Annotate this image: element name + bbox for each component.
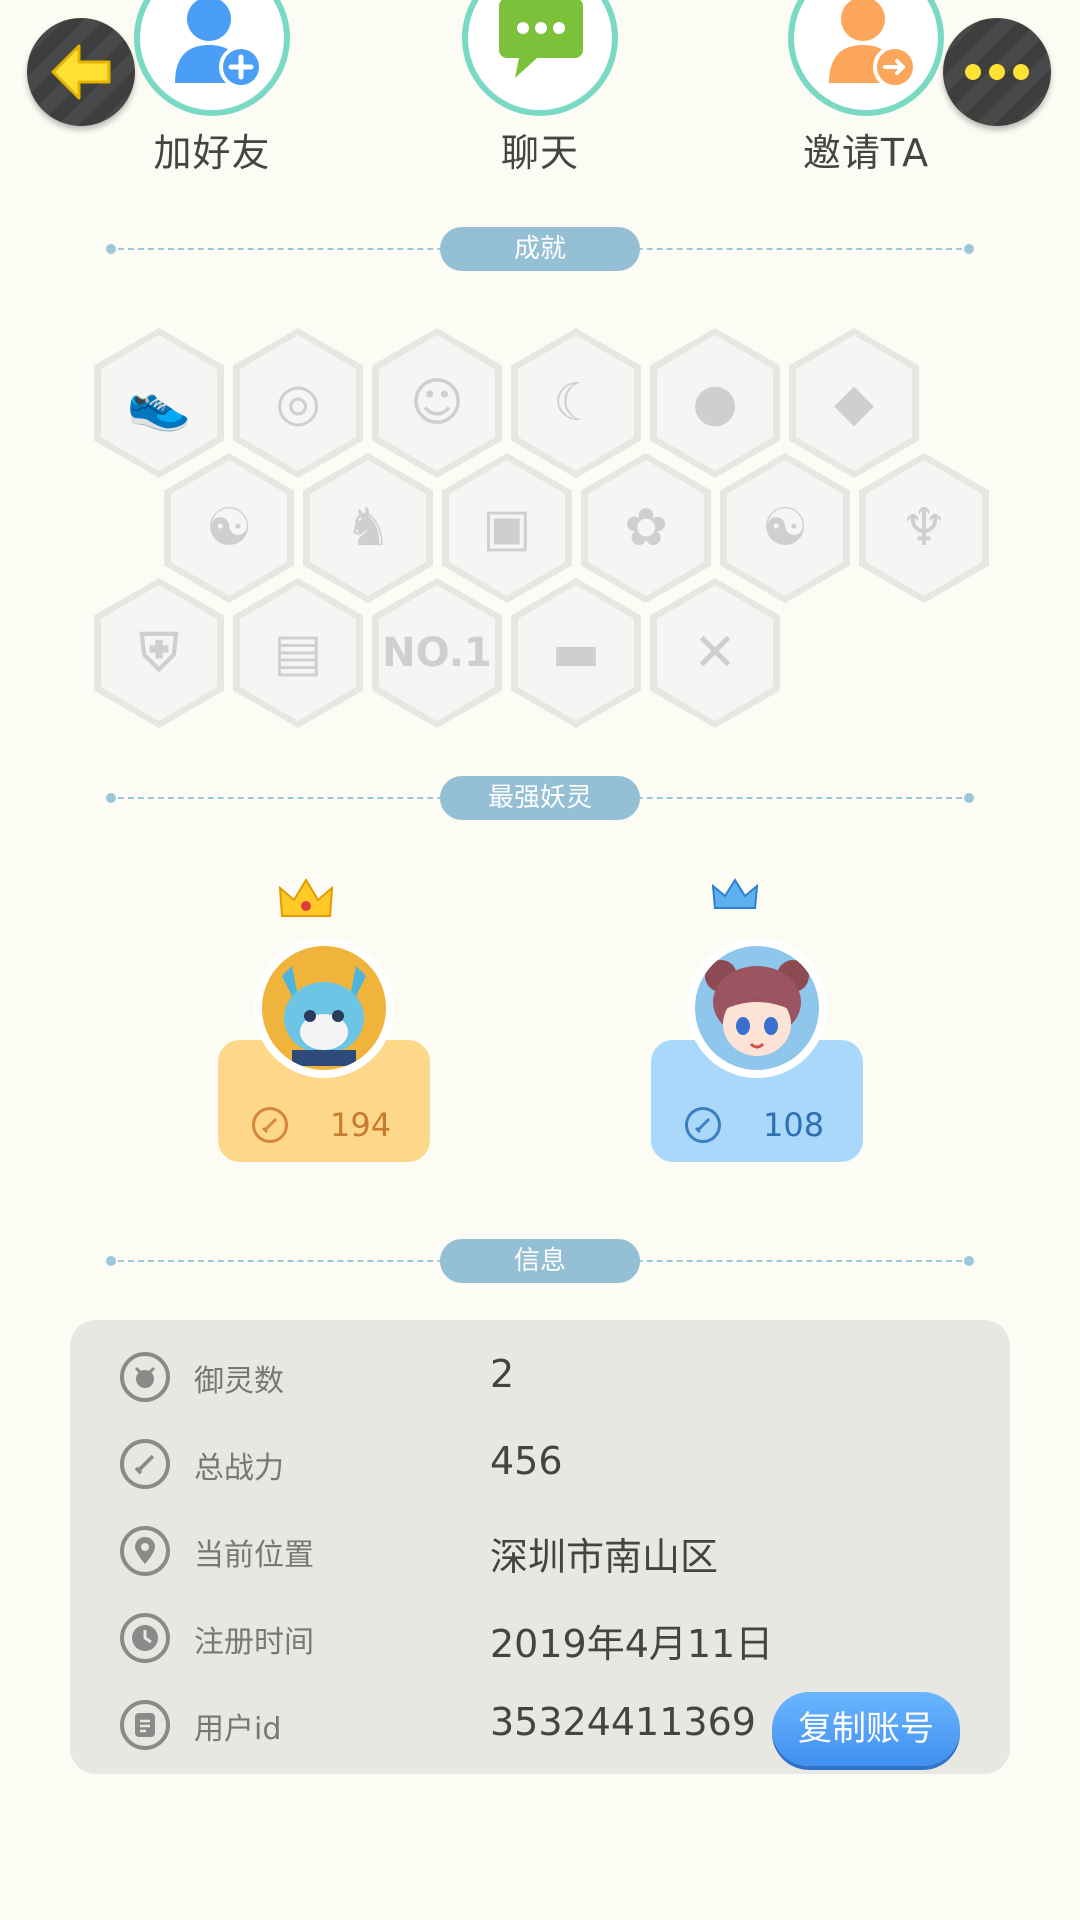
info-row-register-time: 注册时间 2019年4月11日 [70, 1605, 1010, 1675]
info-value: 456 [490, 1439, 563, 1483]
yin-yang-comet-icon: ☯ [205, 498, 253, 558]
strongest-spirits-header: 最强妖灵 [106, 776, 974, 820]
info-row-user-id: 用户id 35324411369 复制账号 [70, 1692, 1010, 1766]
info-value: 2019年4月11日 [490, 1622, 774, 1666]
chat-bubble-icon [462, 0, 618, 116]
achievement-badge[interactable]: ☾ [511, 328, 641, 478]
no1-icon: NO.1 [382, 630, 492, 676]
achievement-badge[interactable]: 👟 [94, 328, 224, 478]
chat-label: 聊天 [500, 131, 579, 175]
info-panel: 御灵数 2 总战力 456 当前位置 深圳市南山区 注册时间 2019年4月11… [70, 1320, 1010, 1774]
info-value: 2 [490, 1352, 515, 1396]
achievement-badge[interactable]: ◆ [789, 328, 919, 478]
add-friend-label: 加好友 [153, 131, 271, 175]
pearl-icon: ● [692, 373, 738, 433]
spirit-power: 194 [218, 1100, 430, 1150]
id-card-icon [120, 1700, 170, 1750]
info-row-spirit-count: 御灵数 2 [70, 1344, 1010, 1414]
clock-icon [120, 1613, 170, 1663]
add-friend-button[interactable]: 加好友 [112, 0, 312, 177]
achievement-badge[interactable]: NO.1 [372, 578, 502, 728]
spirit-avatar-wolf [254, 938, 394, 1078]
spirit-avatar-girl [687, 938, 827, 1078]
spirit-power: 108 [651, 1100, 863, 1150]
dragon-icon: ♆ [900, 498, 948, 558]
achievement-badge[interactable]: ☯ [164, 453, 294, 603]
info-row-location: 当前位置 深圳市南山区 [70, 1518, 1010, 1588]
achievements-title: 成就 [440, 227, 640, 271]
cat-face-icon: ☺ [409, 373, 465, 433]
gold-crown-icon [278, 878, 334, 917]
invite-icon [788, 0, 944, 116]
back-arrow-icon [51, 44, 111, 100]
invite-label: 邀请TA [802, 131, 930, 175]
sword-icon [685, 1107, 721, 1143]
achievement-badge[interactable]: ♞ [303, 453, 433, 603]
power-icon [120, 1439, 170, 1489]
info-label: 总战力 [194, 1451, 284, 1486]
info-title: 信息 [440, 1239, 640, 1283]
info-row-total-power: 总战力 456 [70, 1431, 1010, 1501]
chat-button[interactable]: 聊天 [440, 0, 640, 177]
info-value: 35324411369 [490, 1700, 756, 1744]
sneaker-icon: 👟 [126, 373, 192, 434]
demon-icon: ♞ [344, 498, 392, 558]
strongest-spirits-title: 最强妖灵 [440, 776, 640, 820]
spirit-count-icon [120, 1352, 170, 1402]
achievement-badge[interactable]: ♆ [859, 453, 989, 603]
more-dots-icon [965, 64, 1029, 80]
achievement-badge[interactable]: ☯ [720, 453, 850, 603]
moon-icon: ☾ [552, 373, 600, 433]
achievement-badge[interactable]: ▣ [442, 453, 572, 603]
spirit-power-value: 108 [763, 1106, 825, 1144]
achievements-header: 成就 [106, 227, 974, 271]
achievement-badge[interactable]: ✕ [650, 578, 780, 728]
info-label: 用户id [194, 1712, 282, 1747]
copy-account-button[interactable]: 复制账号 [772, 1692, 960, 1766]
add-friend-icon [134, 0, 290, 116]
info-label: 御灵数 [194, 1364, 284, 1399]
crossed-swords-icon: ✕ [693, 623, 737, 683]
achievement-badge[interactable]: ☺ [372, 328, 502, 478]
yin-yang-card-icon: ☯ [761, 498, 809, 558]
achievement-badge[interactable]: ✿ [581, 453, 711, 603]
info-value: 深圳市南山区 [490, 1535, 719, 1579]
fox-balloon-icon: ✿ [624, 498, 668, 558]
achievement-badge[interactable]: ▬ [511, 578, 641, 728]
invite-button[interactable]: 邀请TA [766, 0, 966, 177]
book-icon: ▤ [273, 623, 323, 683]
cart-cat-icon: ▣ [482, 498, 532, 558]
achievement-badge[interactable]: ▤ [233, 578, 363, 728]
info-label: 注册时间 [194, 1625, 314, 1660]
location-icon [120, 1526, 170, 1576]
info-header: 信息 [106, 1239, 974, 1283]
spirit-power-value: 194 [330, 1106, 392, 1144]
sword-icon [252, 1107, 288, 1143]
target-icon: ◎ [275, 373, 321, 433]
shield-icon: ⛨ [139, 622, 179, 683]
blue-crown-icon [711, 878, 759, 909]
achievement-badge[interactable]: ● [650, 328, 780, 478]
crystal-icon: ◆ [834, 373, 874, 433]
achievement-badge[interactable]: ◎ [233, 328, 363, 478]
belt-icon: ▬ [551, 623, 601, 683]
info-label: 当前位置 [194, 1538, 314, 1573]
achievement-badge[interactable]: ⛨ [94, 578, 224, 728]
